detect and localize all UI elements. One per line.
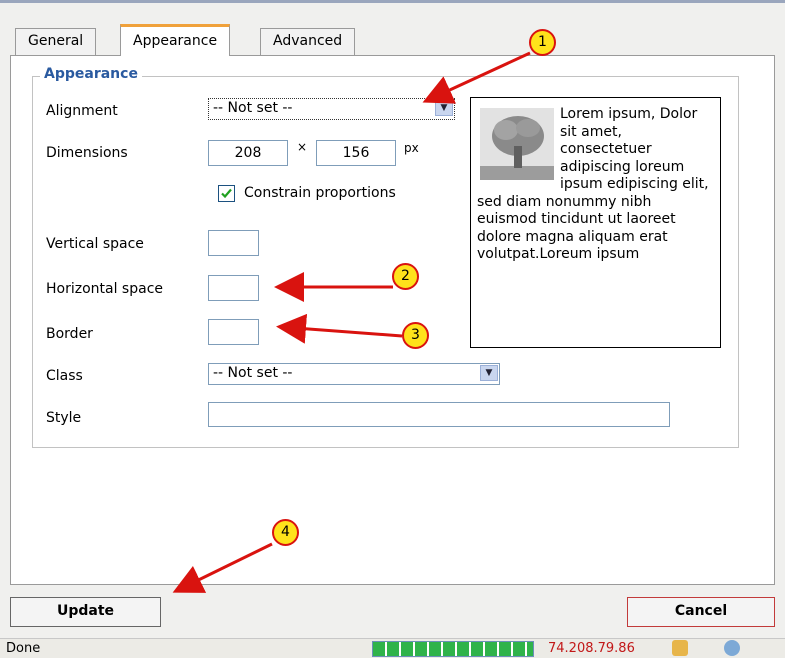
tab-advanced[interactable]: Advanced bbox=[260, 28, 356, 55]
style-input[interactable] bbox=[208, 402, 670, 427]
fieldset-legend: Appearance bbox=[40, 66, 142, 82]
callout-2: 2 bbox=[392, 263, 419, 290]
tab-general-label: General bbox=[28, 33, 84, 49]
horizontal-space-input[interactable] bbox=[208, 275, 259, 301]
class-select[interactable]: -- Not set -- ▼ bbox=[208, 363, 500, 385]
alignment-select-value: -- Not set -- bbox=[213, 100, 293, 116]
vertical-space-input[interactable] bbox=[208, 230, 259, 256]
tab-appearance-label: Appearance bbox=[133, 33, 218, 49]
alignment-label: Alignment bbox=[46, 103, 118, 119]
class-select-value: -- Not set -- bbox=[213, 365, 293, 381]
callout-1: 1 bbox=[529, 29, 556, 56]
border-input[interactable] bbox=[208, 319, 259, 345]
chevron-down-icon: ▼ bbox=[435, 100, 453, 116]
window-top-border bbox=[0, 0, 785, 3]
tab-advanced-label: Advanced bbox=[273, 33, 343, 49]
constrain-label: Constrain proportions bbox=[244, 185, 396, 201]
vertical-space-label: Vertical space bbox=[46, 236, 144, 252]
constrain-checkbox[interactable] bbox=[218, 185, 235, 202]
border-label: Border bbox=[46, 326, 93, 342]
times-sign: × bbox=[297, 140, 308, 154]
cancel-button[interactable]: Cancel bbox=[627, 597, 775, 627]
dimensions-label: Dimensions bbox=[46, 145, 128, 161]
globe-icon bbox=[724, 640, 740, 656]
image-preview: Lorem ipsum, Dolor sit amet, consectetue… bbox=[470, 97, 721, 348]
callout-3: 3 bbox=[402, 322, 429, 349]
alignment-select[interactable]: -- Not set -- ▼ bbox=[208, 98, 455, 120]
unit-label: px bbox=[404, 141, 419, 155]
height-input[interactable] bbox=[316, 140, 396, 166]
tab-general[interactable]: General bbox=[15, 28, 97, 55]
tab-appearance[interactable]: Appearance bbox=[120, 24, 231, 56]
tree-image-icon bbox=[480, 108, 554, 180]
ip-address: 74.208.79.86 bbox=[548, 641, 635, 656]
status-text: Done bbox=[6, 641, 41, 656]
callout-4: 4 bbox=[272, 519, 299, 546]
status-bar: Done 74.208.79.86 bbox=[0, 638, 785, 658]
width-input[interactable] bbox=[208, 140, 288, 166]
checkmark-icon bbox=[221, 188, 232, 199]
security-icon bbox=[672, 640, 688, 656]
progress-bar bbox=[372, 641, 534, 657]
class-label: Class bbox=[46, 368, 83, 384]
chevron-down-icon: ▼ bbox=[480, 365, 498, 381]
style-label: Style bbox=[46, 410, 82, 426]
update-button[interactable]: Update bbox=[10, 597, 161, 627]
horizontal-space-label: Horizontal space bbox=[46, 281, 164, 297]
